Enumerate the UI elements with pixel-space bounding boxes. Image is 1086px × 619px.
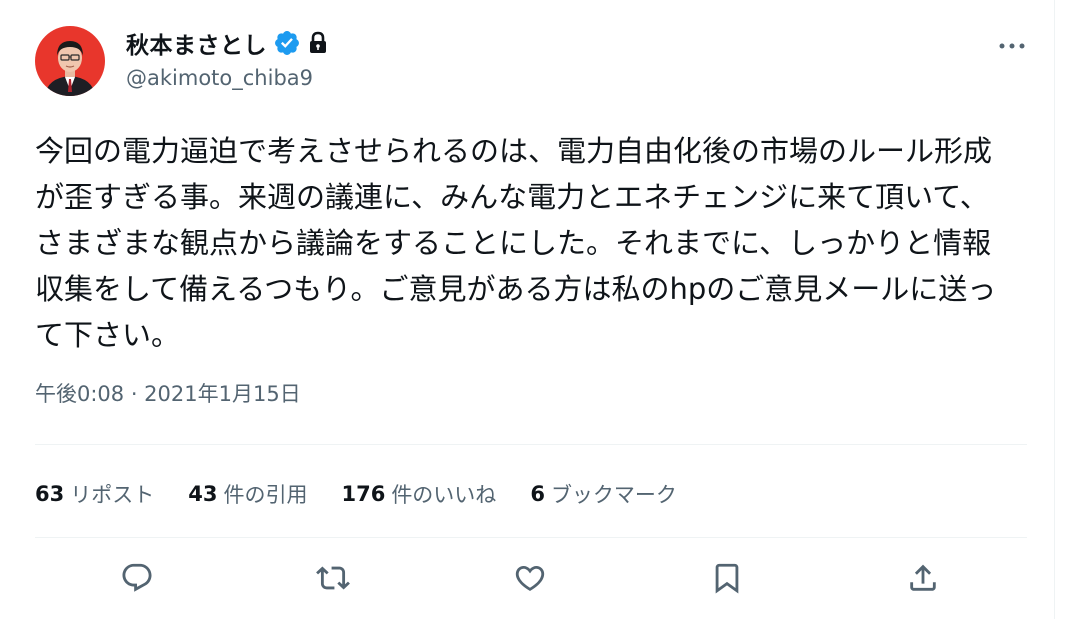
- avatar[interactable]: [35, 26, 105, 96]
- tweet-timestamp[interactable]: 午後0:08 · 2021年1月15日: [35, 378, 301, 408]
- divider: [35, 537, 1027, 538]
- author-name-row: 秋本まさとし: [126, 26, 329, 60]
- reply-icon: [120, 561, 154, 599]
- stat-count: 43: [188, 482, 218, 506]
- share-button[interactable]: [901, 558, 945, 602]
- bookmark-button[interactable]: [705, 558, 749, 602]
- stat-count: 63: [35, 482, 65, 506]
- stat-bookmarks[interactable]: 6 ブックマーク: [530, 479, 677, 509]
- stat-label: 件の引用: [223, 483, 308, 507]
- like-icon: [513, 561, 547, 599]
- stat-reposts[interactable]: 63 リポスト: [35, 479, 154, 509]
- stat-label: リポスト: [70, 483, 155, 507]
- author-handle[interactable]: @akimoto_chiba9: [126, 66, 313, 90]
- divider: [35, 444, 1027, 445]
- action-bar: [35, 558, 1027, 602]
- reply-button[interactable]: [115, 558, 159, 602]
- tweet-text-line: が歪すぎる事。来週の議連に、みんな電力とエネチェンジに来て頂いて、: [35, 180, 989, 214]
- engagement-stats: 63 リポスト 43 件の引用 176 件のいいね 6 ブックマーク: [35, 476, 711, 512]
- tweet-card: 秋本まさとし @akimoto_chiba9 今回の電力逼迫で考えさせられるのは…: [0, 0, 1055, 619]
- tweet-text-line: さまざまな観点から議論をすることにした。それまでに、しっかりと情報: [35, 226, 992, 260]
- share-icon: [906, 561, 940, 599]
- tweet-text-line: 今回の電力逼迫で考えさせられるのは、電力自由化後の市場のルール形成: [35, 134, 993, 168]
- stat-label: ブックマーク: [550, 483, 677, 507]
- author-name[interactable]: 秋本まさとし: [126, 26, 267, 60]
- stat-count: 176: [341, 482, 386, 506]
- tweet-text-line: て下さい。: [35, 318, 181, 352]
- verified-badge-icon[interactable]: [273, 29, 301, 57]
- like-button[interactable]: [508, 558, 552, 602]
- more-options-icon[interactable]: [997, 36, 1027, 56]
- stat-label: 件のいいね: [391, 483, 497, 507]
- tweet-text: 今回の電力逼迫で考えさせられるのは、電力自由化後の市場のルール形成 が歪すぎる事…: [35, 128, 1035, 358]
- stat-likes[interactable]: 176 件のいいね: [341, 479, 496, 509]
- tweet-text-line: 収集をして備えるつもり。ご意見がある方は私のhpのご意見メールに送っ: [35, 272, 997, 306]
- stat-quotes[interactable]: 43 件の引用: [188, 479, 307, 509]
- stat-count: 6: [530, 482, 545, 506]
- retweet-button[interactable]: [311, 558, 355, 602]
- lock-icon: [307, 31, 329, 55]
- bookmark-icon: [710, 561, 744, 599]
- retweet-icon: [316, 561, 350, 599]
